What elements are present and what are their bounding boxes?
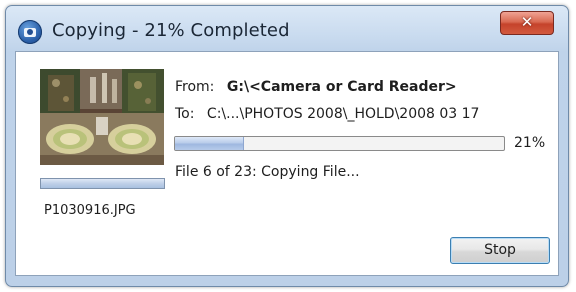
- destination-path: C:\...\PHOTOS 2008\_HOLD\2008 03 17: [206, 106, 480, 122]
- close-button[interactable]: ✕: [500, 11, 554, 35]
- from-label: From:: [175, 79, 215, 95]
- copy-progress-bar: [174, 136, 505, 151]
- source-path: G:\<Camera or Card Reader>: [226, 79, 457, 95]
- thumbnail-progress-bar: [40, 178, 165, 189]
- stop-button[interactable]: Stop: [450, 237, 550, 264]
- copy-progress-fill: [175, 137, 245, 150]
- close-icon: ✕: [520, 13, 534, 31]
- destination-row: To: C:\...\PHOTOS 2008\_HOLD\2008 03 17: [175, 106, 479, 122]
- copy-status: File 6 of 23: Copying File...: [175, 164, 360, 180]
- copy-progress-percent: 21%: [514, 135, 546, 151]
- current-file-name: P1030916.JPG: [44, 203, 136, 218]
- window-title: Copying - 21% Completed: [52, 20, 290, 41]
- source-row: From: G:\<Camera or Card Reader>: [175, 79, 457, 95]
- dialog-content: P1030916.JPG From: G:\<Camera or Card Re…: [15, 51, 559, 276]
- photo-thumbnail: [40, 69, 164, 165]
- camera-icon: [18, 20, 42, 44]
- copy-dialog: Copying - 21% Completed ✕ P1030916.JPG F…: [5, 5, 569, 287]
- to-label: To:: [175, 106, 195, 122]
- title-bar[interactable]: Copying - 21% Completed ✕: [6, 6, 568, 50]
